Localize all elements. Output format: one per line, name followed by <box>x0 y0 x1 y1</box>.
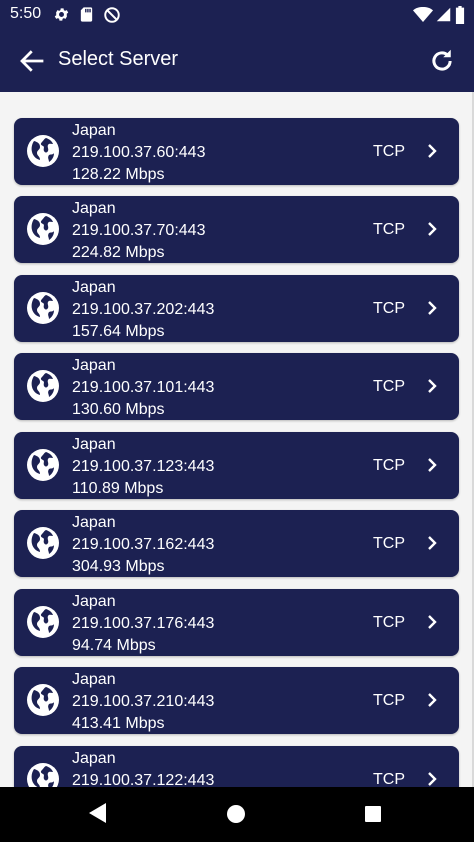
status-bar: 5:50 <box>0 0 474 29</box>
server-protocol: TCP <box>373 221 405 238</box>
server-country: Japan <box>72 514 116 531</box>
chevron-right-icon <box>428 222 437 236</box>
server-speed: 128.22 Mbps <box>72 166 165 183</box>
chevron-right-icon <box>428 536 437 550</box>
wifi-icon <box>413 7 433 22</box>
cell-signal-icon <box>436 7 451 22</box>
server-protocol: TCP <box>373 457 405 474</box>
system-nav-bar <box>0 787 474 842</box>
server-address: 219.100.37.210:443 <box>72 693 215 710</box>
server-protocol: TCP <box>373 614 405 631</box>
server-country: Japan <box>72 593 116 610</box>
globe-icon <box>27 684 59 716</box>
server-speed: 304.93 Mbps <box>72 558 165 575</box>
arrow-back-icon[interactable] <box>16 46 48 76</box>
sd-card-icon <box>80 7 93 22</box>
server-speed: 157.64 Mbps <box>72 323 165 340</box>
server-country: Japan <box>72 279 116 296</box>
server-card[interactable]: Japan 219.100.37.176:443 94.74 Mbps TCP <box>14 589 459 656</box>
globe-icon <box>27 527 59 559</box>
server-card[interactable]: Japan 219.100.37.123:443 110.89 Mbps TCP <box>14 432 459 499</box>
server-country: Japan <box>72 357 116 374</box>
app-bar: Select Server <box>0 29 474 92</box>
server-address: 219.100.37.162:443 <box>72 536 215 553</box>
page-title: Select Server <box>58 48 179 70</box>
server-protocol: TCP <box>373 300 405 317</box>
server-card[interactable]: Japan 219.100.37.202:443 157.64 Mbps TCP <box>14 275 459 342</box>
server-card[interactable]: Japan 219.100.37.101:443 130.60 Mbps TCP <box>14 353 459 420</box>
chevron-right-icon <box>428 144 437 158</box>
nav-home-icon[interactable] <box>227 805 245 823</box>
nav-back-icon[interactable] <box>88 802 108 824</box>
server-country: Japan <box>72 122 116 139</box>
settings-gear-icon <box>54 8 69 21</box>
server-list[interactable]: Japan 219.100.37.60:443 128.22 Mbps TCP … <box>0 92 474 787</box>
server-address: 219.100.37.123:443 <box>72 458 215 475</box>
chevron-right-icon <box>428 301 437 315</box>
server-country: Japan <box>72 436 116 453</box>
nav-recents-icon[interactable] <box>365 806 381 822</box>
globe-icon <box>27 763 59 787</box>
globe-icon <box>27 370 59 402</box>
globe-icon <box>27 449 59 481</box>
server-speed: 110.89 Mbps <box>72 480 164 497</box>
server-address: 219.100.37.101:443 <box>72 379 215 396</box>
chevron-right-icon <box>428 379 437 393</box>
server-address: 219.100.37.202:443 <box>72 301 215 318</box>
server-card[interactable]: Japan 219.100.37.122:443 TCP <box>14 746 459 787</box>
server-speed: 413.41 Mbps <box>72 715 165 732</box>
server-address: 219.100.37.60:443 <box>72 144 206 161</box>
server-country: Japan <box>72 750 116 767</box>
server-address: 219.100.37.176:443 <box>72 615 215 632</box>
server-speed: 94.74 Mbps <box>72 637 156 654</box>
server-protocol: TCP <box>373 535 405 552</box>
server-speed: 224.82 Mbps <box>72 244 165 261</box>
status-time: 5:50 <box>10 5 42 22</box>
server-country: Japan <box>72 200 116 217</box>
server-address: 219.100.37.122:443 <box>72 772 215 787</box>
refresh-icon[interactable] <box>427 46 457 76</box>
server-protocol: TCP <box>373 378 405 395</box>
server-card[interactable]: Japan 219.100.37.210:443 413.41 Mbps TCP <box>14 667 459 734</box>
battery-icon <box>455 6 465 24</box>
no-disturb-icon <box>104 7 120 23</box>
server-speed: 130.60 Mbps <box>72 401 165 418</box>
globe-icon <box>27 606 59 638</box>
server-protocol: TCP <box>373 692 405 709</box>
server-card[interactable]: Japan 219.100.37.162:443 304.93 Mbps TCP <box>14 510 459 577</box>
globe-icon <box>27 292 59 324</box>
server-card[interactable]: Japan 219.100.37.70:443 224.82 Mbps TCP <box>14 196 459 263</box>
server-card[interactable]: Japan 219.100.37.60:443 128.22 Mbps TCP <box>14 118 459 185</box>
chevron-right-icon <box>428 772 437 786</box>
chevron-right-icon <box>428 693 437 707</box>
chevron-right-icon <box>428 458 437 472</box>
server-protocol: TCP <box>373 143 405 160</box>
server-protocol: TCP <box>373 771 405 787</box>
chevron-right-icon <box>428 615 437 629</box>
server-country: Japan <box>72 671 116 688</box>
globe-icon <box>27 213 59 245</box>
server-address: 219.100.37.70:443 <box>72 222 206 239</box>
globe-icon <box>27 135 59 167</box>
